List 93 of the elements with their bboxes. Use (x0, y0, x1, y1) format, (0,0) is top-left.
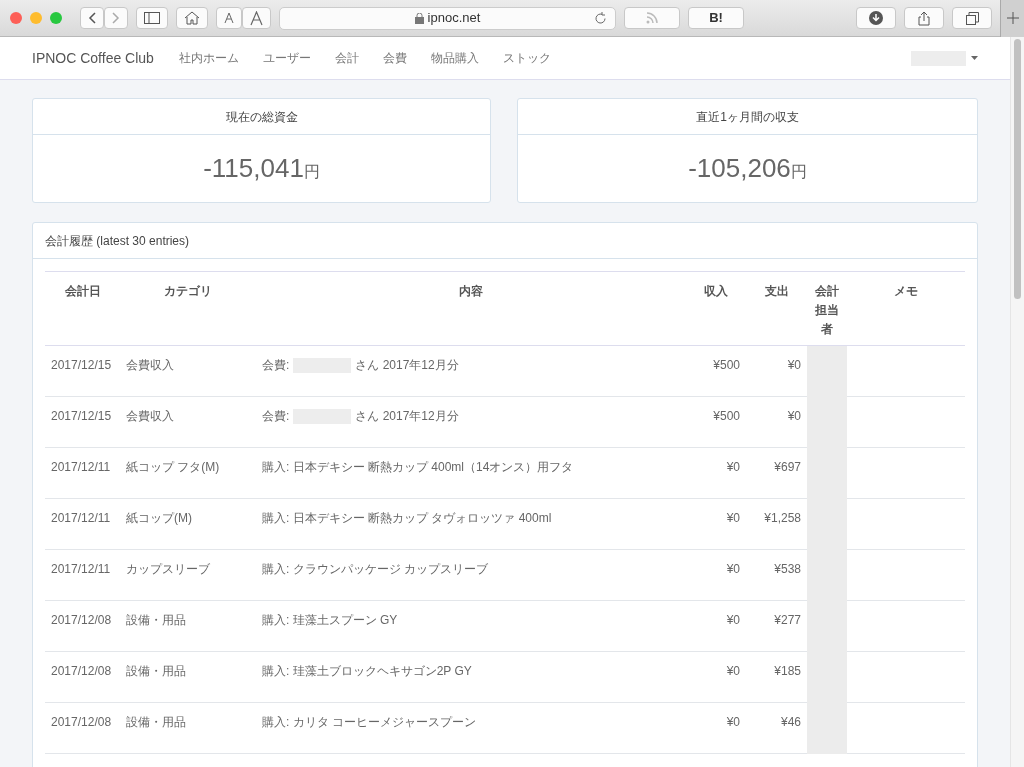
card-title: 直近1ヶ月間の収支 (696, 108, 799, 126)
table-cell: 2017/12/11 (51, 511, 111, 525)
forward-button[interactable] (104, 7, 128, 29)
table-cell: ¥277 (774, 613, 801, 627)
table-cell: 会費: (262, 409, 290, 423)
table-cell: 会費: (262, 358, 290, 372)
table-cell: ¥0 (726, 664, 740, 678)
amount-text: -105,206円 (688, 152, 807, 185)
table-cell: 会費収入 (126, 358, 174, 372)
download-icon (869, 11, 883, 25)
home-icon (184, 11, 200, 25)
table-cell: 購入: 珪藻土ブロックヘキサゴン2P GY (262, 664, 472, 678)
column-header: メモ (894, 284, 918, 298)
table-cell: 設備・用品 (126, 715, 186, 729)
bookmark-button[interactable]: B! (688, 7, 744, 29)
reload-icon[interactable] (594, 11, 607, 25)
chevron-left-icon (88, 12, 96, 24)
table-cell: 購入: 日本デキシー 断熱カップ タヴォロッツァ 400ml (262, 511, 552, 525)
address-text: ipnoc.net (427, 9, 481, 28)
table-cell: ¥697 (774, 460, 801, 474)
nav-link-item[interactable]: ユーザー (262, 49, 311, 67)
table-cell: 購入: 珪藻土スプーン GY (262, 613, 398, 627)
table-cell: 2017/12/08 (51, 664, 112, 678)
table-cell: ¥500 (713, 409, 740, 423)
table-cell: 購入: 日本デキシー 断熱カップ 400ml（14オンス）用フタ (262, 460, 574, 474)
table-cell: 紙コップ(M) (126, 511, 192, 525)
share-icon (918, 10, 930, 26)
home-button[interactable] (176, 7, 208, 29)
caret-icon[interactable] (971, 56, 978, 60)
nav-link-item[interactable]: 社内ホーム (178, 49, 239, 67)
nav-link-item[interactable]: 会計 (334, 49, 359, 67)
table-cell: ¥538 (774, 562, 801, 576)
table-cell: カップスリーブ (126, 562, 210, 576)
sidebar-button[interactable] (136, 7, 168, 29)
minimize-window-button[interactable] (30, 12, 42, 24)
nav-link-item[interactable]: 物品購入 (430, 49, 479, 67)
tabs-icon (965, 11, 979, 25)
large-letter-icon (250, 10, 263, 26)
table-cell: 2017/12/15 (51, 409, 112, 423)
plus-icon (1006, 12, 1019, 24)
table-cell: ¥185 (774, 664, 801, 678)
table-cell: 購入: クラウンパッケージ カップスリーブ (262, 562, 488, 576)
chevron-right-icon (112, 12, 120, 24)
column-header: 収入 (704, 284, 728, 298)
text-larger-button[interactable] (242, 7, 271, 29)
nav-link-item[interactable]: 会費 (382, 49, 407, 67)
column-header: 会計日 (64, 284, 101, 298)
maximize-window-button[interactable] (50, 12, 62, 24)
table-cell: ¥0 (787, 409, 801, 423)
download-button[interactable] (856, 7, 896, 29)
table-cell: ¥0 (726, 460, 740, 474)
close-window-button[interactable] (10, 12, 22, 24)
table-cell: さん 2017年12月分 (355, 358, 459, 372)
site-brand[interactable]: IPNOC Coffee Club (32, 47, 154, 69)
lock-icon (414, 12, 424, 24)
scrollbar[interactable] (1010, 37, 1024, 767)
table-cell: ¥0 (787, 358, 801, 372)
card-title: 会計履歴 (latest 30 entries) (45, 232, 190, 250)
table-cell: 紙コップ フタ(M) (126, 460, 220, 474)
table-cell: 2017/12/11 (51, 562, 111, 576)
table-cell: 2017/12/08 (51, 613, 112, 627)
table-cell: ¥0 (726, 715, 740, 729)
sidebar-icon (144, 12, 160, 24)
table-cell: 会費収入 (126, 409, 174, 423)
table-cell: 2017/12/11 (51, 460, 111, 474)
table-cell: 設備・用品 (126, 613, 186, 627)
table-cell: ¥0 (726, 511, 740, 525)
table-cell: さん 2017年12月分 (355, 409, 459, 423)
table-cell: 設備・用品 (126, 664, 186, 678)
table-cell: ¥0 (726, 562, 740, 576)
share-button[interactable] (904, 7, 944, 29)
rss-button[interactable] (624, 7, 680, 29)
tabs-button[interactable] (952, 7, 992, 29)
new-tab-button[interactable] (1000, 0, 1024, 37)
text-smaller-button[interactable] (216, 7, 242, 29)
table-cell: ¥500 (713, 358, 740, 372)
nav-link-item[interactable]: ストック (502, 49, 551, 67)
card-title: 現在の総資金 (225, 108, 298, 126)
back-button[interactable] (80, 7, 104, 29)
table-cell: 2017/12/08 (51, 715, 112, 729)
table-cell: ¥1,258 (764, 511, 801, 525)
column-header: 内容 (459, 284, 483, 298)
small-letter-icon (224, 12, 234, 24)
column-header: 会計担当者 (815, 284, 839, 336)
amount-text: -115,041円 (203, 152, 320, 185)
table-cell: 2017/12/15 (51, 358, 112, 372)
table-cell: ¥46 (780, 715, 801, 729)
rss-icon (646, 12, 658, 24)
column-header: 支出 (764, 284, 789, 298)
table-cell: 購入: カリタ コーヒーメジャースプーン (262, 715, 476, 729)
table-cell: ¥0 (726, 613, 740, 627)
address-bar[interactable]: ipnoc.net (279, 6, 616, 30)
column-header: カテゴリ (164, 284, 212, 298)
